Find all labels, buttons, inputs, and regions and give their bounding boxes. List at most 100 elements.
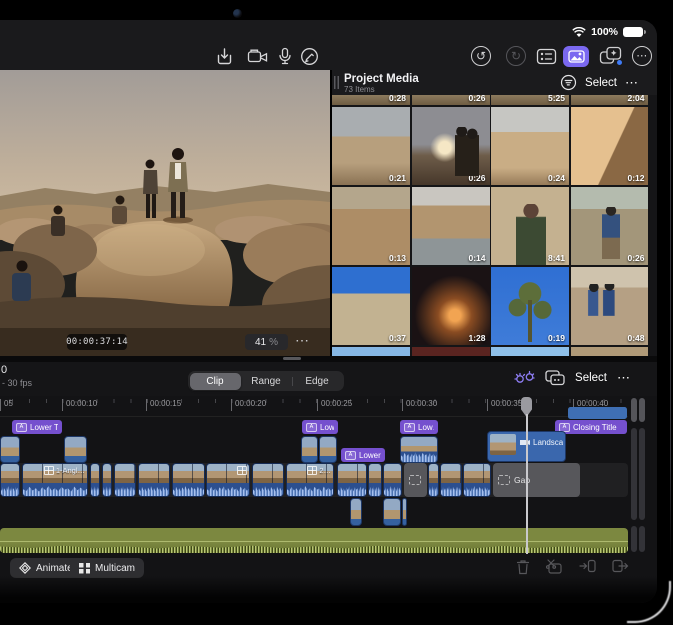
media-thumbnail[interactable] <box>571 347 649 356</box>
video-clip[interactable] <box>440 463 462 497</box>
media-thumbnail[interactable]: 0:19 <box>491 267 569 345</box>
connected-clip[interactable] <box>350 498 362 526</box>
video-clip[interactable] <box>428 463 439 497</box>
audio-clip[interactable] <box>0 528 628 553</box>
insert-icon[interactable] <box>579 559 596 573</box>
connected-clip[interactable] <box>64 436 87 463</box>
tab-clip[interactable]: Clip <box>190 373 241 390</box>
clip-filmstrip <box>429 464 438 483</box>
media-thumbnail[interactable] <box>332 347 410 356</box>
playhead[interactable] <box>521 396 533 554</box>
title-clip[interactable]: ALower T… <box>12 420 62 434</box>
tab-range[interactable]: Range <box>241 373 292 390</box>
media-thumbnail[interactable] <box>491 347 569 356</box>
video-clip[interactable] <box>102 463 112 497</box>
title-clip[interactable]: ALower… <box>341 448 385 462</box>
viewer-panel[interactable]: 00:00:37:14 41% ⋯ <box>0 70 330 356</box>
video-clip[interactable] <box>138 463 170 497</box>
media-thumbnail[interactable]: 0:21 <box>332 107 410 185</box>
title-clip[interactable]: ALow… <box>400 420 438 434</box>
record-button[interactable] <box>245 45 271 67</box>
media-thumbnail[interactable]: 0:28 <box>332 95 410 105</box>
connected-clip[interactable] <box>0 436 20 463</box>
video-clip[interactable] <box>463 463 491 497</box>
tab-edge[interactable]: Edge <box>292 373 343 390</box>
media-thumbnail[interactable] <box>412 347 490 356</box>
video-clip[interactable] <box>368 463 382 497</box>
ruler-label: 00:00:25 <box>317 399 352 408</box>
media-thumbnail[interactable]: 0:48 <box>571 267 649 345</box>
video-clip[interactable] <box>114 463 136 497</box>
video-clip[interactable] <box>337 463 367 497</box>
media-browser-button[interactable] <box>563 45 589 67</box>
connected-clip[interactable] <box>383 498 401 526</box>
clip-waveform <box>115 483 135 496</box>
video-clip[interactable] <box>383 463 402 497</box>
media-thumbnail[interactable]: 0:12 <box>571 107 649 185</box>
timeline-scrollbar[interactable] <box>631 526 637 552</box>
cut-icon[interactable] <box>546 559 563 575</box>
multicam-button[interactable]: Multicam <box>70 558 144 578</box>
title-clip[interactable]: AClosing Title <box>555 420 627 434</box>
more-icon: ⋯ <box>632 46 652 66</box>
effects-icon <box>599 46 623 66</box>
filter-icon[interactable] <box>560 74 577 91</box>
media-thumbnail[interactable]: 0:26 <box>571 187 649 265</box>
title-badge-icon: A <box>345 451 356 460</box>
timeline-select-button[interactable]: Select <box>575 372 607 384</box>
audio-level-line <box>0 541 628 542</box>
delete-icon[interactable] <box>516 559 530 575</box>
effects-button[interactable] <box>598 45 624 67</box>
timeline-scrollbar[interactable] <box>639 428 645 520</box>
multicam-clip[interactable]: 1-Angl… <box>22 463 88 497</box>
timeline-scrollbar[interactable] <box>639 398 645 422</box>
voiceover-button[interactable] <box>272 45 298 67</box>
redo-button[interactable]: ↻ <box>503 45 529 67</box>
media-select-button[interactable]: Select <box>585 77 617 89</box>
media-thumbnail[interactable]: 2:04 <box>571 95 649 105</box>
media-thumbnail[interactable]: 5:25 <box>491 95 569 105</box>
panel-resize-handle[interactable] <box>283 357 301 360</box>
media-thumbnail[interactable]: 0:26 <box>412 95 490 105</box>
multicam-clip[interactable]: 2… <box>286 463 334 497</box>
timeline-scrollbar[interactable] <box>631 428 637 520</box>
media-thumbnail[interactable]: 0:13 <box>332 187 410 265</box>
connected-clip[interactable] <box>301 436 318 463</box>
panel-drag-handle-icon[interactable] <box>334 76 340 89</box>
jog-wheel-icon[interactable] <box>513 369 535 386</box>
inspector-button[interactable] <box>533 45 559 67</box>
zoom-level-button[interactable]: 41% <box>245 334 288 350</box>
more-button[interactable]: ⋯ <box>629 45 655 67</box>
timeline-ruler[interactable]: 0500:00:1000:00:1500:00:2000:00:2500:00:… <box>0 396 628 417</box>
video-clip[interactable] <box>252 463 284 497</box>
clip-browser-icon[interactable] <box>545 370 565 386</box>
viewer-more-icon[interactable]: ⋯ <box>295 332 310 349</box>
media-thumbnail[interactable]: 0:26 <box>412 107 490 185</box>
media-thumbnail[interactable]: 0:24 <box>491 107 569 185</box>
timeline-area: 0500:00:1000:00:1500:00:2000:00:2500:00:… <box>0 396 657 556</box>
multicam-clip[interactable] <box>206 463 250 497</box>
connected-clip[interactable] <box>568 407 627 419</box>
timeline-more-icon[interactable]: ⋯ <box>617 370 631 386</box>
draw-button[interactable] <box>296 45 322 67</box>
timeline-scrollbar[interactable] <box>639 526 645 552</box>
media-thumbnail[interactable]: 8:41 <box>491 187 569 265</box>
media-thumbnail[interactable]: 0:37 <box>332 267 410 345</box>
thumbnail-duration: 2:04 <box>627 95 644 103</box>
overwrite-icon[interactable] <box>612 559 629 573</box>
video-clip[interactable] <box>172 463 205 497</box>
undo-button[interactable]: ↺ <box>468 45 494 67</box>
connected-clip[interactable] <box>400 436 438 463</box>
media-thumbnail[interactable]: 0:14 <box>412 187 490 265</box>
connected-clip[interactable] <box>402 498 407 526</box>
media-thumbnail[interactable]: 1:28 <box>412 267 490 345</box>
video-clip[interactable] <box>90 463 100 497</box>
gap-clip[interactable]: Gap <box>493 463 580 497</box>
timeline-scrollbar[interactable] <box>631 398 637 422</box>
gap-clip[interactable]: G <box>404 463 427 497</box>
connected-clip[interactable] <box>319 436 337 463</box>
video-clip[interactable] <box>0 463 20 497</box>
title-clip[interactable]: ALow… <box>302 420 338 434</box>
media-more-icon[interactable]: ⋯ <box>625 75 639 91</box>
import-button[interactable] <box>211 45 237 67</box>
